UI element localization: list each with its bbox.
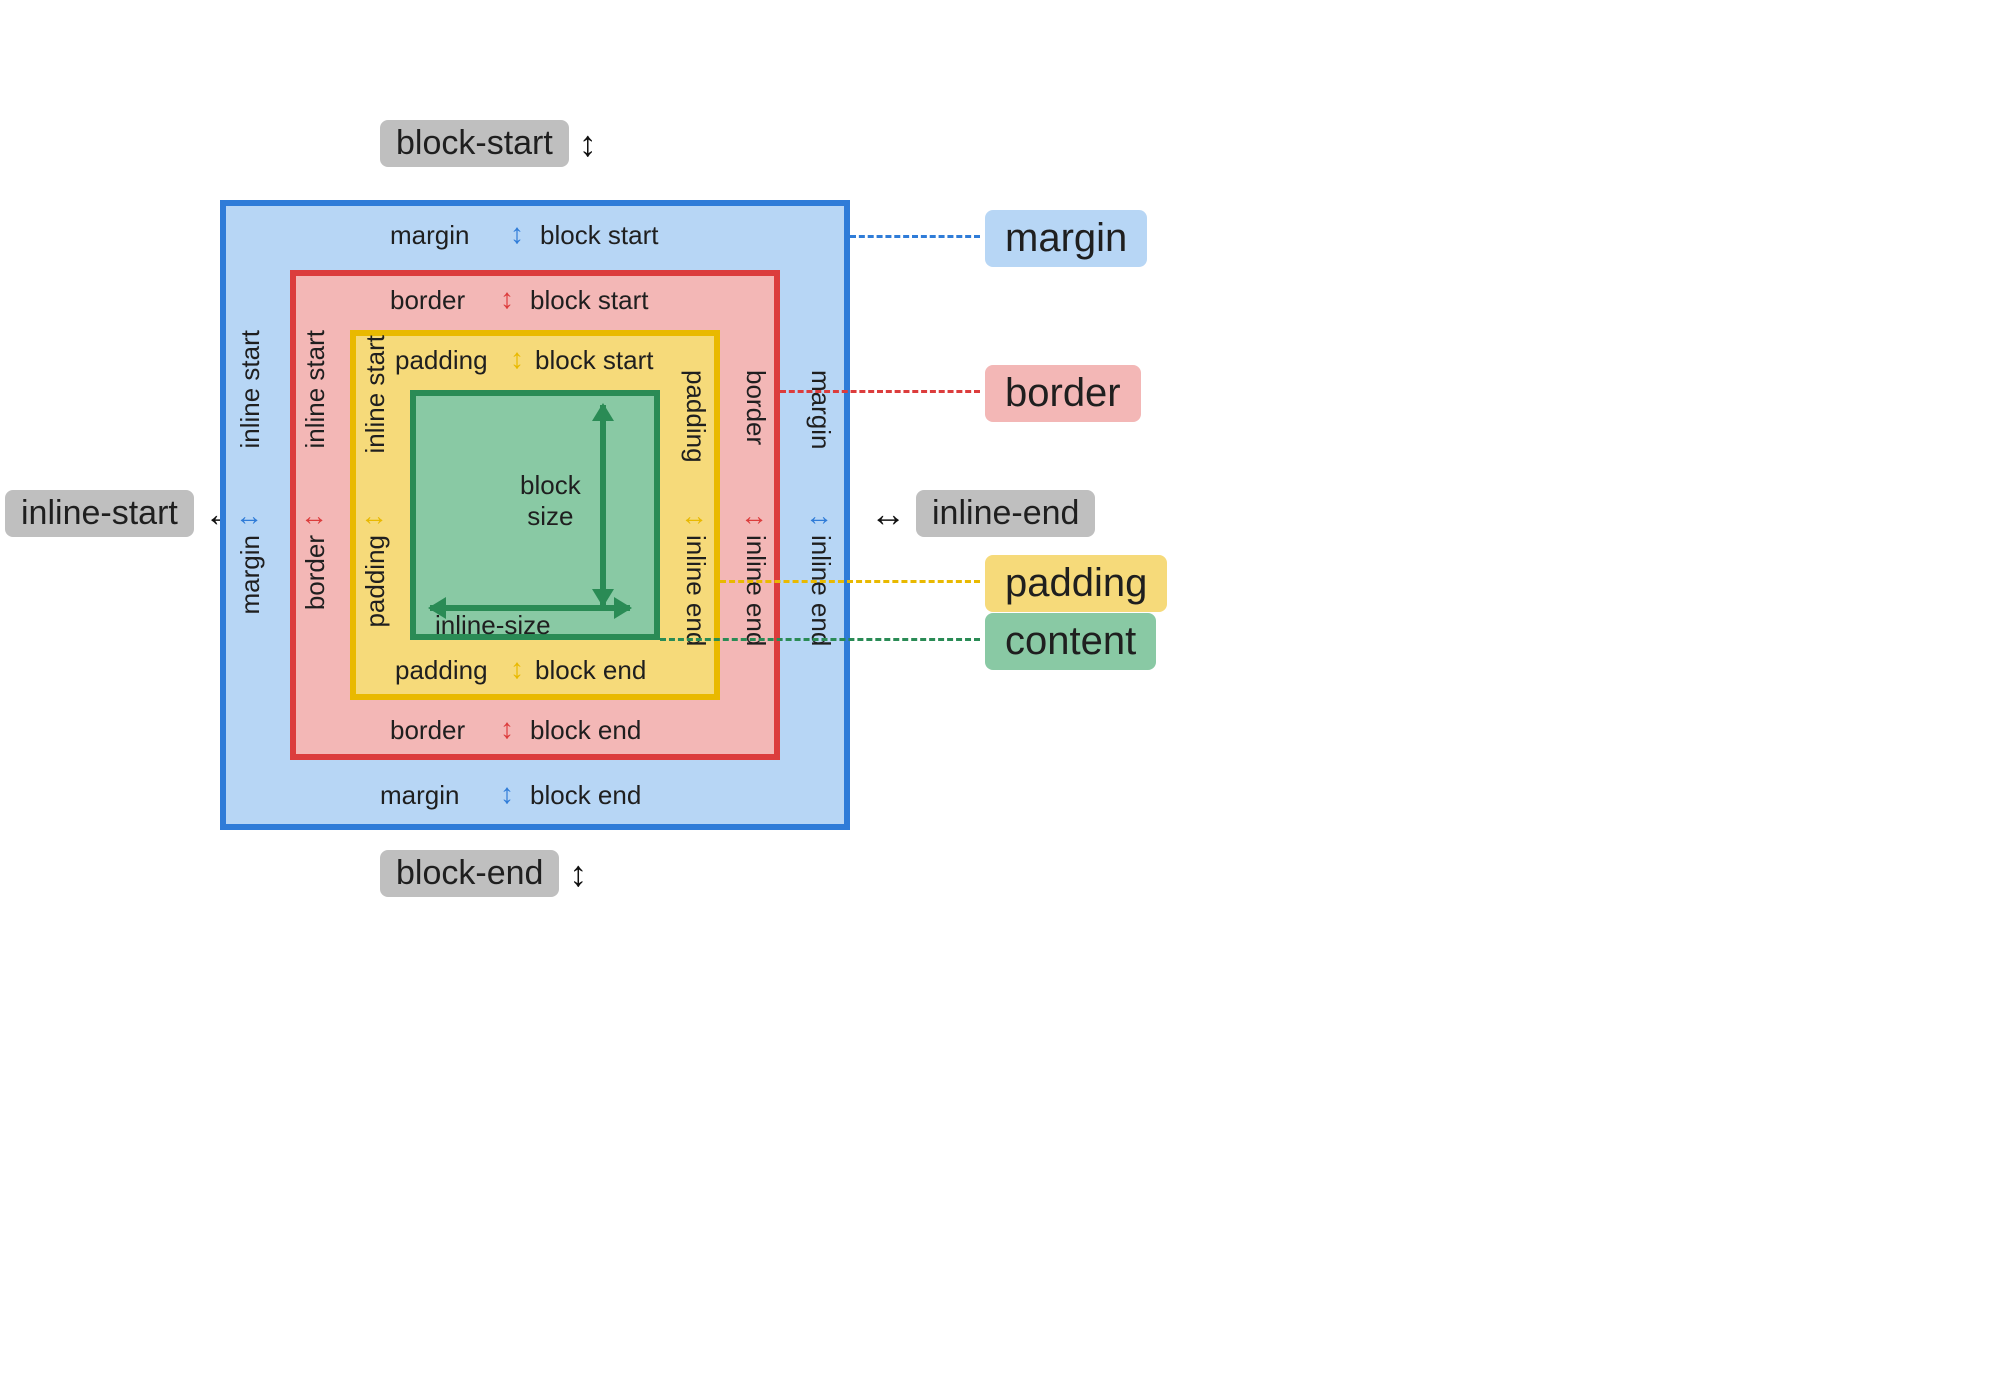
margin-left-bot-label: inline start <box>235 330 266 449</box>
border-right-bot-label: inline end <box>740 535 771 646</box>
updown-arrow-icon: ↕ <box>510 343 524 375</box>
legend-border-label: border <box>985 365 1141 422</box>
leftright-arrow-icon: ↔ <box>360 500 388 532</box>
block-size-label: block size <box>520 470 581 532</box>
legend-line-border <box>780 390 980 393</box>
legend-border: border <box>985 365 1141 422</box>
padding-top-left-label: padding <box>395 345 488 376</box>
legend-padding: padding <box>985 555 1167 612</box>
padding-right-top-label: padding <box>680 370 711 463</box>
leftright-arrow-icon: ↔ <box>870 493 906 535</box>
margin-top-left-label: margin <box>390 220 469 251</box>
margin-right-bot-label: inline end <box>805 535 836 646</box>
padding-left-bot-label: inline start <box>360 335 391 454</box>
padding-top-right-label: block start <box>535 345 654 376</box>
legend-content: content <box>985 613 1156 670</box>
updown-arrow-icon: ↕ <box>510 653 524 685</box>
legend-line-margin <box>850 235 980 238</box>
padding-right-bot-label: inline end <box>680 535 711 646</box>
border-left-top-label: border <box>300 535 331 610</box>
legend-line-padding <box>720 580 980 583</box>
updown-arrow-icon: ↕ <box>510 218 524 250</box>
box-model-diagram: block-start ↕ block-end ↕ inline-start ↔… <box>0 0 1999 1397</box>
border-bot-left-label: border <box>390 715 465 746</box>
legend-padding-label: padding <box>985 555 1167 612</box>
axis-inline-start-label: inline-start <box>5 490 194 537</box>
leftright-arrow-icon: ↔ <box>680 500 708 532</box>
legend-content-label: content <box>985 613 1156 670</box>
leftright-arrow-icon: ↔ <box>805 500 833 532</box>
border-left-bot-label: inline start <box>300 330 331 449</box>
border-top-right-label: block start <box>530 285 649 316</box>
margin-right-top-label: margin <box>805 370 836 449</box>
block-size-arrow-icon <box>600 405 606 605</box>
inline-size-label: inline-size <box>435 610 551 641</box>
axis-inline-end: ↔ inline-end <box>870 490 1095 537</box>
updown-arrow-icon: ↕ <box>579 123 597 165</box>
padding-bot-left-label: padding <box>395 655 488 686</box>
border-bot-right-label: block end <box>530 715 641 746</box>
legend-line-content <box>660 638 980 641</box>
margin-top-right-label: block start <box>540 220 659 251</box>
leftright-arrow-icon: ↔ <box>300 500 328 532</box>
updown-arrow-icon: ↕ <box>500 778 514 810</box>
margin-left-top-label: margin <box>235 535 266 614</box>
axis-inline-start: inline-start ↔ <box>5 490 240 537</box>
axis-block-start: block-start ↕ <box>380 120 597 167</box>
leftright-arrow-icon: ↔ <box>740 500 768 532</box>
legend-margin: margin <box>985 210 1147 267</box>
updown-arrow-icon: ↕ <box>569 853 587 895</box>
legend-margin-label: margin <box>985 210 1147 267</box>
border-right-top-label: border <box>740 370 771 445</box>
axis-inline-end-label: inline-end <box>916 490 1095 537</box>
leftright-arrow-icon: ↔ <box>235 500 263 532</box>
padding-left-top-label: padding <box>360 535 391 628</box>
margin-bot-right-label: block end <box>530 780 641 811</box>
axis-block-start-label: block-start <box>380 120 569 167</box>
axis-block-end: block-end ↕ <box>380 850 587 897</box>
border-top-left-label: border <box>390 285 465 316</box>
axis-block-end-label: block-end <box>380 850 559 897</box>
margin-bot-left-label: margin <box>380 780 459 811</box>
updown-arrow-icon: ↕ <box>500 713 514 745</box>
updown-arrow-icon: ↕ <box>500 283 514 315</box>
padding-bot-right-label: block end <box>535 655 646 686</box>
